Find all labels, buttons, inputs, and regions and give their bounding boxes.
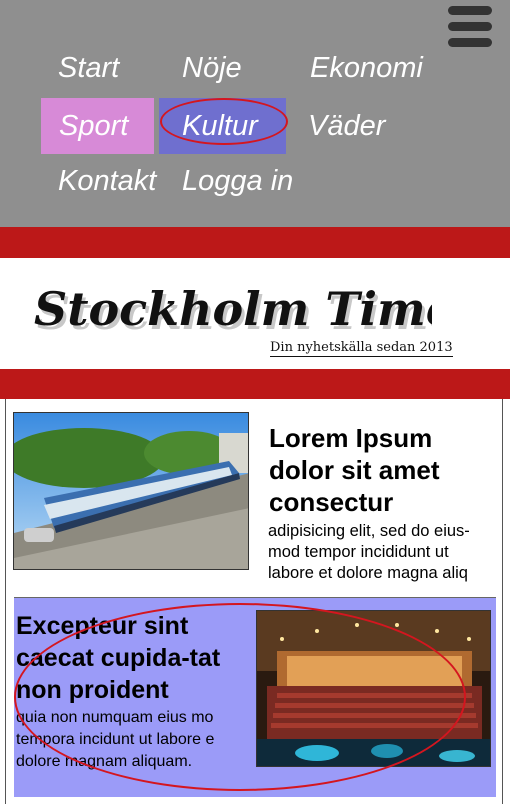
tram-photo[interactable] [13,412,249,570]
article-2-headline[interactable]: Excepteur sint caecat cupida-tat non pro… [16,610,246,706]
site-logo[interactable]: Stockholm Times Stockholm Times [32,277,432,343]
nav-item-logga-in[interactable]: Logga in [182,155,293,207]
nav-item-kontakt[interactable]: Kontakt [58,155,156,207]
nav-item-kultur[interactable]: Kultur [159,98,286,154]
navigation-menu: Start Nöje Ekonomi Sport Kultur Väder Ko… [0,0,510,227]
nav-item-ekonomi[interactable]: Ekonomi [310,42,423,94]
masthead-bottom-bar [0,369,510,399]
theater-photo[interactable] [256,610,491,767]
article-2-excerpt: quia non numquam eius mo tempora incidun… [16,709,215,770]
masthead-top-bar [0,227,510,258]
article-1-headline[interactable]: Lorem Ipsum dolor sit amet consectur [269,422,489,518]
nav-item-noje[interactable]: Nöje [182,42,242,94]
nav-item-sport[interactable]: Sport [41,98,154,154]
site-tagline: Din nyhetskälla sedan 2013 [270,340,453,357]
nav-item-start[interactable]: Start [58,42,119,94]
hamburger-menu-icon[interactable] [448,6,494,48]
site-title-shadowless: Stockholm Times [34,282,432,336]
nav-item-vader[interactable]: Väder [308,98,385,154]
article-1-excerpt: adipisicing elit, sed do eius-mod tempor… [268,522,470,582]
